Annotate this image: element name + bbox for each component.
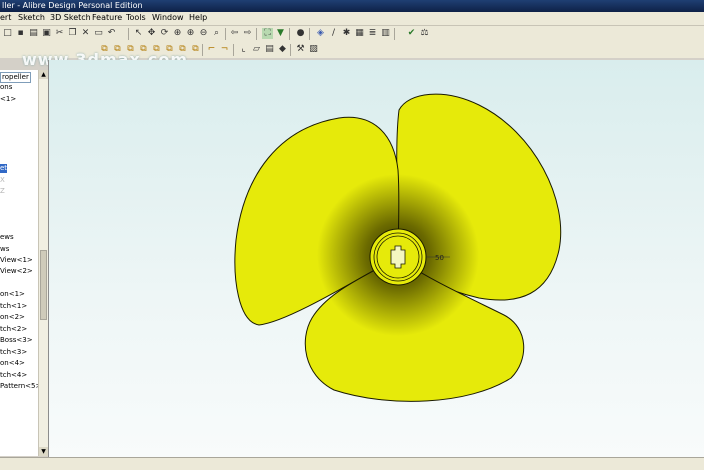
check-icon[interactable]: ✔ <box>406 28 417 39</box>
render-icon[interactable]: ▨ <box>308 44 319 55</box>
shaded-icon[interactable]: ◆ <box>277 44 288 55</box>
toolbar-separator <box>225 28 226 40</box>
tree-item-view-1[interactable]: View<1> <box>0 256 33 265</box>
menu-insert[interactable]: ert <box>0 13 11 22</box>
tree-item-pattern-5[interactable]: Pattern<5> <box>0 382 38 391</box>
status-bar <box>0 457 704 470</box>
rotate-icon[interactable]: ⟳ <box>159 28 170 39</box>
propeller-hub <box>369 228 427 286</box>
pan-icon[interactable]: ✥ <box>146 28 157 39</box>
back-arrow-icon[interactable]: ⇦ <box>229 28 240 39</box>
standard-toolbar: □ ▪ ▤ ▣ ✂ ❐ ✕ ▭ ↶ ↖ ✥ ⟳ ⊕ ⊕ ⊖ ⌕ ⇦ ⇨ ⛶ ▼ … <box>0 26 704 42</box>
menu-bar: ert Sketch 3D Sketch Feature Tools Windo… <box>0 12 704 26</box>
select-filter-icon[interactable]: ⛶ <box>262 28 273 39</box>
plane-icon[interactable]: ◈ <box>315 28 326 39</box>
axis-icon[interactable]: / <box>328 28 339 39</box>
tree-item-boss-3[interactable]: Boss<3> <box>0 336 33 345</box>
save-icon[interactable]: ▪ <box>15 28 26 39</box>
window-titlebar: ller - Alibre Design Personal Edition <box>0 0 704 12</box>
shaded-sphere-icon[interactable]: ● <box>295 28 306 39</box>
view-corner-icon[interactable]: ⌐ <box>206 44 217 55</box>
toolbar-separator <box>394 28 395 40</box>
toolbar-separator <box>309 28 310 40</box>
new-icon[interactable]: □ <box>2 28 13 39</box>
scroll-down-arrow-icon[interactable]: ▼ <box>39 447 48 456</box>
paste-icon[interactable]: ▭ <box>93 28 104 39</box>
section-view-icon[interactable]: ⌞ <box>238 44 249 55</box>
menu-tools[interactable]: Tools <box>126 13 146 22</box>
zoom-window-icon[interactable]: ⌕ <box>211 28 222 39</box>
forward-arrow-icon[interactable]: ⇨ <box>242 28 253 39</box>
zoom-fit-icon[interactable]: ⊕ <box>172 28 183 39</box>
layers-icon[interactable]: ≣ <box>367 28 378 39</box>
wireframe-icon[interactable]: ▱ <box>251 44 262 55</box>
tree-item-views[interactable]: ews <box>0 233 14 242</box>
tree-item-sketch-3[interactable]: tch<3> <box>0 348 27 357</box>
tree-item-sections[interactable]: ons <box>0 83 12 92</box>
tree-item-section-1[interactable]: on<1> <box>0 290 25 299</box>
tree-item-axis-x[interactable]: X <box>0 176 5 185</box>
view-corner-2-icon[interactable]: ¬ <box>219 44 230 55</box>
pin-icon[interactable]: ▼ <box>275 28 286 39</box>
tree-item-selected[interactable]: et <box>0 164 8 173</box>
tree-item-axis-z[interactable]: Z <box>0 187 5 196</box>
menu-help[interactable]: Help <box>189 13 207 22</box>
view-normal-icon[interactable]: ⧉ <box>190 44 201 55</box>
delete-icon[interactable]: ✕ <box>80 28 91 39</box>
print-icon[interactable]: ▤ <box>28 28 39 39</box>
hidden-line-icon[interactable]: ▤ <box>264 44 275 55</box>
select-arrow-icon[interactable]: ↖ <box>133 28 144 39</box>
3d-viewport[interactable]: 50 <box>48 60 704 457</box>
undo-icon[interactable]: ↶ <box>106 28 117 39</box>
dimension-label: 50 <box>435 254 444 262</box>
preview-icon[interactable]: ▣ <box>41 28 52 39</box>
scroll-up-arrow-icon[interactable]: ▲ <box>39 70 48 79</box>
menu-window[interactable]: Window <box>152 13 184 22</box>
design-explorer-panel: ropeller ons <1> et X Z ews ws View<1> V… <box>0 70 39 456</box>
tree-item-view-2[interactable]: View<2> <box>0 267 33 276</box>
zoom-out-icon[interactable]: ⊖ <box>198 28 209 39</box>
tree-item-sketch-2[interactable]: tch<2> <box>0 325 27 334</box>
tree-item-1[interactable]: <1> <box>0 95 16 104</box>
tree-item-section-2[interactable]: on<2> <box>0 313 25 322</box>
tools-icon[interactable]: ⚒ <box>295 44 306 55</box>
menu-feature[interactable]: Feature <box>92 13 122 22</box>
tree-scrollbar[interactable]: ▲ ▼ <box>38 70 48 456</box>
measure-icon[interactable]: ⚖ <box>419 28 430 39</box>
tree-item-rows[interactable]: ws <box>0 245 9 254</box>
toolbar-separator <box>289 28 290 40</box>
toolbar-separator <box>128 28 129 40</box>
tree-item-section-4[interactable]: on<4> <box>0 359 25 368</box>
point-icon[interactable]: ✱ <box>341 28 352 39</box>
toolbar-separator <box>202 44 203 56</box>
grid-icon[interactable]: ▦ <box>354 28 365 39</box>
tree-item-sketch-1[interactable]: tch<1> <box>0 302 27 311</box>
toolbar-separator <box>233 44 234 56</box>
toolbar-separator <box>290 44 291 56</box>
copy-icon[interactable]: ❐ <box>67 28 78 39</box>
tree-root-item[interactable]: ropeller <box>0 72 31 83</box>
cut-icon[interactable]: ✂ <box>54 28 65 39</box>
tree-item-sketch-4[interactable]: tch<4> <box>0 371 27 380</box>
toolbar-separator <box>256 28 257 40</box>
menu-sketch[interactable]: Sketch <box>18 13 45 22</box>
scrollbar-thumb[interactable] <box>40 250 47 320</box>
sketch-grid-icon[interactable]: ▥ <box>380 28 391 39</box>
menu-3d-sketch[interactable]: 3D Sketch <box>50 13 91 22</box>
zoom-in-icon[interactable]: ⊕ <box>185 28 196 39</box>
propeller-model: 50 <box>234 93 562 402</box>
window-title: ller - Alibre Design Personal Edition <box>2 1 143 10</box>
